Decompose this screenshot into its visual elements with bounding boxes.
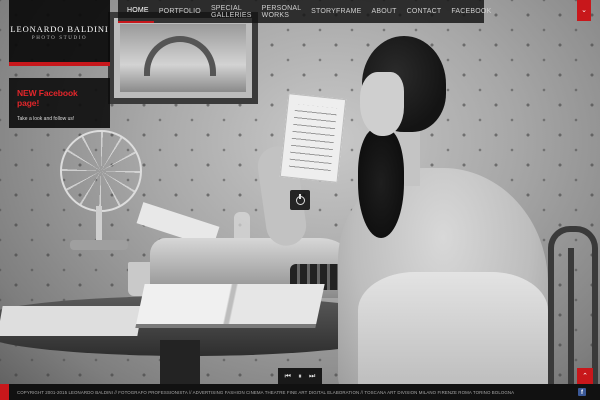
- nav-item-portfolio[interactable]: PORTFOLIO: [154, 0, 206, 23]
- promo-text: Take a look and follow us!: [17, 116, 75, 122]
- chevron-up-icon: ⌃: [582, 372, 588, 380]
- logo-name: LEONARDO BALDINI: [10, 24, 109, 34]
- nav-item-personal-works[interactable]: PERSONAL WORKS: [257, 0, 306, 23]
- footer-copyright: COPYRIGHT 2001-2015 LEONARDO BALDINI // …: [17, 389, 515, 395]
- facebook-promo-box[interactable]: NEW Facebook page! Take a look and follo…: [9, 78, 110, 128]
- wall-picture-frame: [108, 12, 258, 104]
- nav-item-facebook[interactable]: FACEBOOK: [446, 0, 496, 23]
- nav-item-home[interactable]: HOME: [118, 0, 154, 23]
- nav-item-contact[interactable]: CONTACT: [402, 0, 447, 23]
- menu-toggle-button[interactable]: ⌄: [577, 0, 591, 21]
- nav-item-storyframe[interactable]: STORYFRAME: [306, 0, 366, 23]
- nav-item-special-galleries[interactable]: SPECIAL GALLERIES: [206, 0, 257, 23]
- site-logo[interactable]: LEONARDO BALDINI PHOTO STUDIO: [9, 0, 110, 66]
- nav-item-about[interactable]: ABOUT: [366, 0, 401, 23]
- footer-accent: [0, 384, 9, 400]
- woman-figure: [255, 28, 562, 400]
- toggle-info-button[interactable]: [290, 190, 310, 210]
- desk-fan: [58, 130, 142, 250]
- power-icon: [295, 193, 305, 205]
- footer: COPYRIGHT 2001-2015 LEONARDO BALDINI // …: [0, 384, 600, 400]
- facebook-icon[interactable]: f: [578, 388, 586, 396]
- scroll-up-button[interactable]: ⌃: [577, 368, 593, 384]
- chevron-down-icon: ⌄: [581, 7, 587, 14]
- logo-subtitle: PHOTO STUDIO: [31, 36, 88, 41]
- letter: [279, 93, 347, 183]
- pause-icon[interactable]: ⏸: [298, 373, 302, 380]
- slideshow-controls: ⏮ ⏸ ⏭: [278, 368, 322, 384]
- papers: [0, 306, 143, 336]
- previous-icon[interactable]: ⏮: [285, 373, 291, 380]
- main-nav: HOME PORTFOLIO SPECIAL GALLERIES PERSONA…: [118, 0, 491, 23]
- promo-title: NEW Facebook page!: [17, 88, 78, 108]
- next-icon[interactable]: ⏭: [309, 373, 315, 380]
